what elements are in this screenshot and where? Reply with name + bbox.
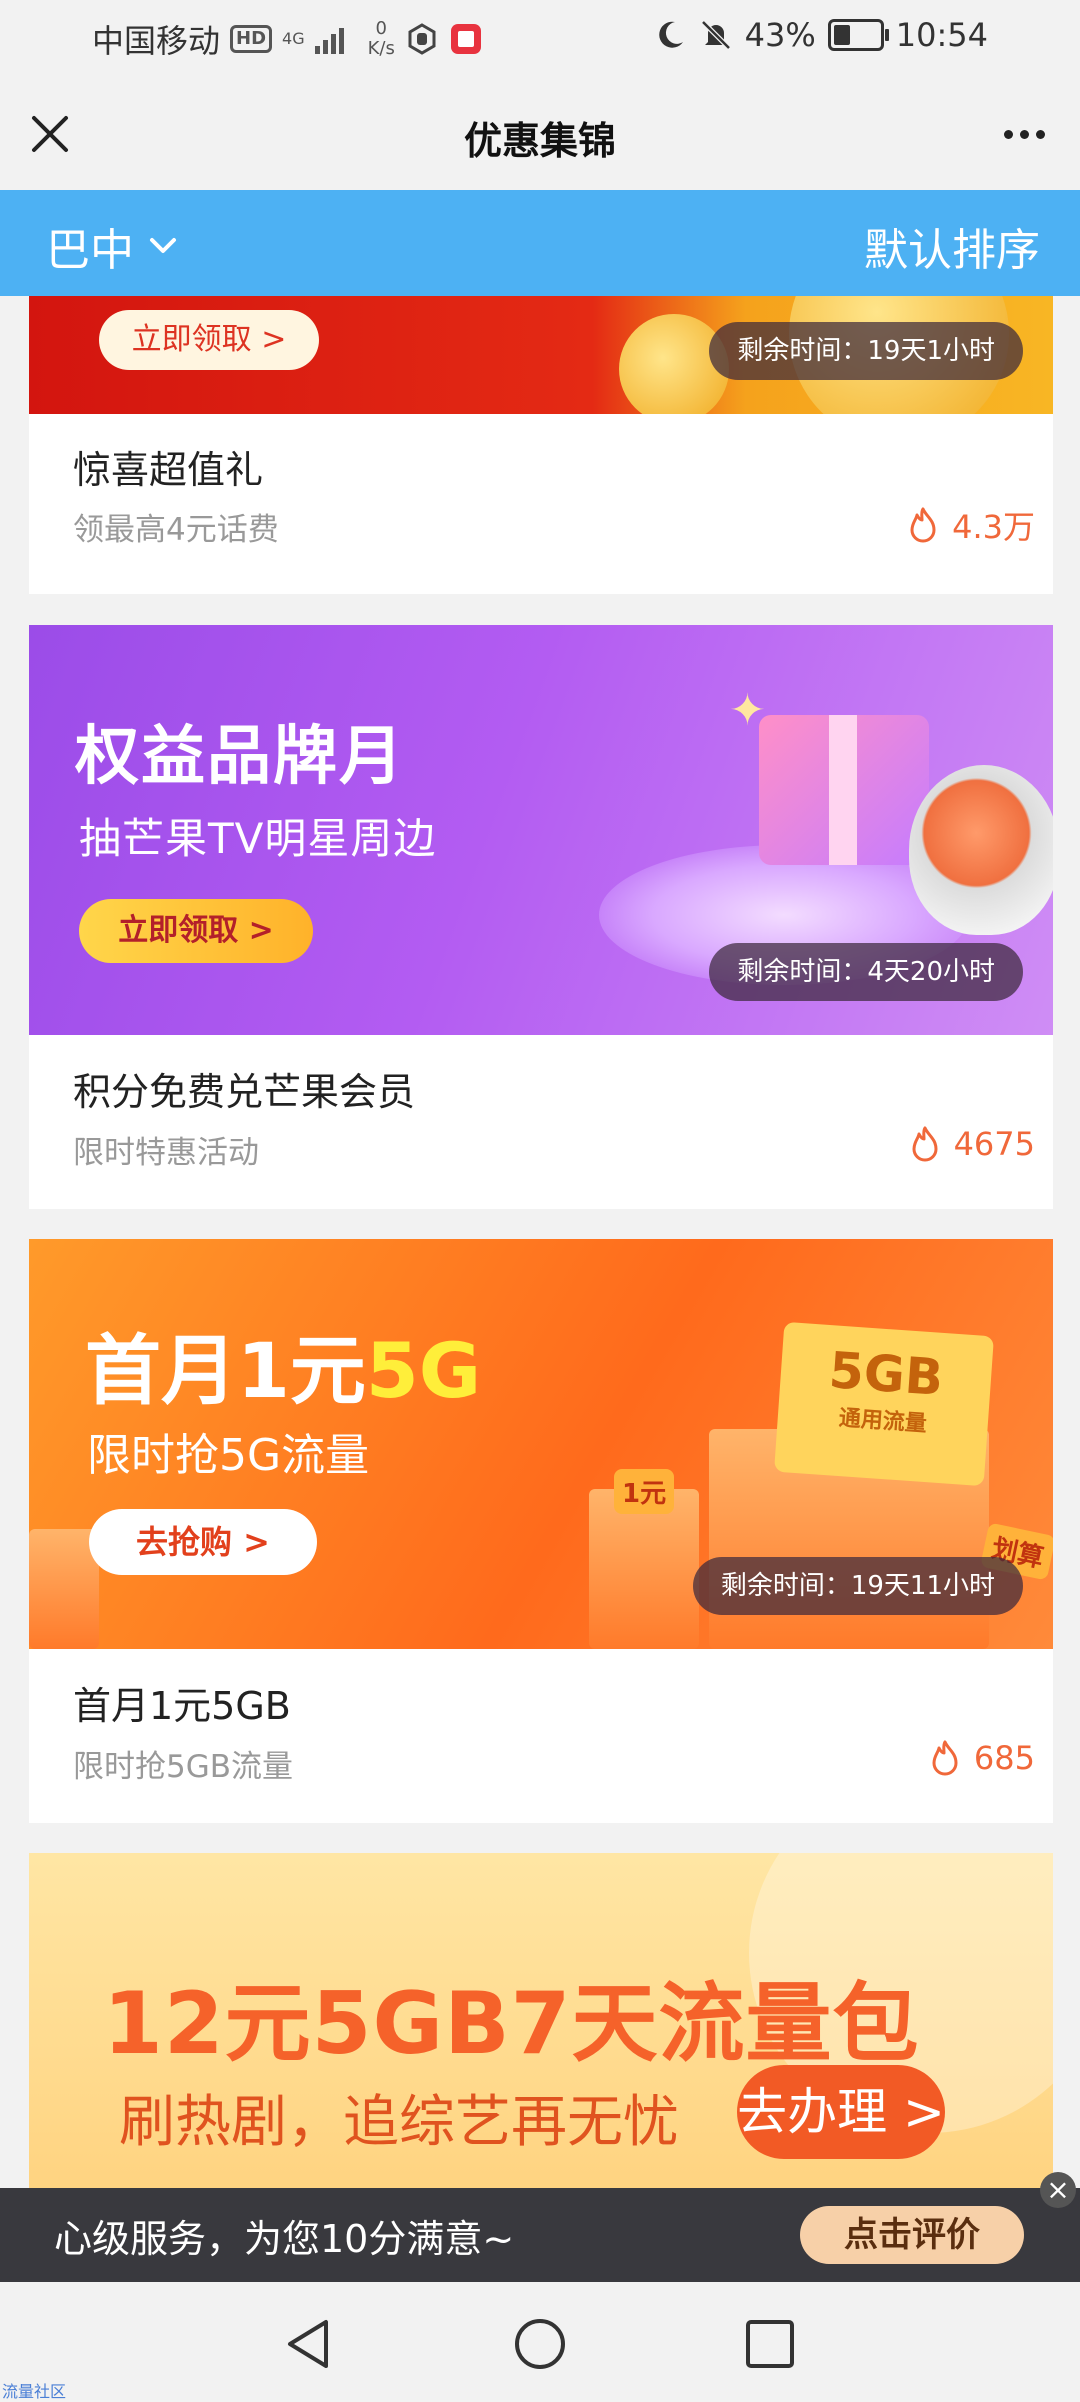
sort-selector[interactable]: 默认排序 <box>864 214 1040 278</box>
speed-value: 0 <box>375 18 387 39</box>
hot-count-value: 685 <box>973 1739 1035 1777</box>
offer-card[interactable]: 5GB 通用流量 1元 划算 首月1元5G 限时抢5G流量 去抢购 > 剩余时间… <box>29 1239 1053 1823</box>
clock: 10:54 <box>895 16 988 54</box>
banner-claim-button[interactable]: 立即领取 > <box>99 310 319 370</box>
hand-icon <box>408 23 436 55</box>
rating-bar: 心级服务，为您10分满意~ 点击评价 × <box>0 2172 1080 2282</box>
carrier-name: 中国移动 <box>92 22 221 60</box>
status-bar: 中国移动 HD 4G 0 K/s 43% 10:54 <box>0 0 1080 80</box>
back-icon[interactable] <box>282 2316 338 2372</box>
headline-part-a: 首月1元 <box>85 1326 366 1415</box>
headline-part-b: 5G <box>365 1326 482 1415</box>
battery-percent: 43% <box>744 16 816 54</box>
offer-banner[interactable]: 12元5GB7天流量包 刷热剧，追综艺再无忧 去办理 > <box>29 1853 1053 2188</box>
network-type: 4G <box>282 29 305 48</box>
hd-badge: HD <box>230 25 273 53</box>
hot-count: 685 <box>928 1739 1035 1777</box>
hot-count: 4.3万 <box>906 502 1035 548</box>
offer-card[interactable]: ✦ 权益品牌月 抽芒果TV明星周边 立即领取 > 剩余时间：4天20小时 积分免… <box>29 625 1053 1209</box>
offer-list: 立即领取 > 剩余时间：19天1小时 惊喜超值礼 领最高4元话费 4.3万 ✦ … <box>0 296 1080 2188</box>
recents-icon[interactable] <box>742 2316 798 2372</box>
rate-button[interactable]: 点击评价 <box>800 2206 1024 2264</box>
banner-apply-button[interactable]: 去办理 > <box>737 2065 945 2159</box>
mascot-decoration <box>909 765 1053 935</box>
banner-subline: 刷热剧，追综艺再无忧 <box>119 2090 679 2155</box>
offer-card[interactable]: 12元5GB7天流量包 刷热剧，追综艺再无忧 去办理 > <box>29 1853 1053 2188</box>
offer-card[interactable]: 立即领取 > 剩余时间：19天1小时 惊喜超值礼 领最高4元话费 4.3万 <box>29 296 1053 594</box>
banner-headline: 首月1元5G <box>85 1309 481 1419</box>
offer-banner[interactable]: 立即领取 > 剩余时间：19天1小时 <box>29 296 1053 414</box>
banner-buy-button[interactable]: 去抢购 > <box>89 1509 317 1575</box>
banner-headline: 权益品牌月 <box>75 720 405 794</box>
chevron-down-icon <box>150 238 176 253</box>
status-bar-right: 43% 10:54 <box>653 16 988 54</box>
network-speed: 0 K/s <box>368 19 395 59</box>
sparkle-icon: ✦ <box>729 685 766 736</box>
flame-icon <box>912 1126 938 1162</box>
speed-unit: K/s <box>367 38 395 59</box>
signal-icon <box>314 24 344 54</box>
offer-banner[interactable]: 5GB 通用流量 1元 划算 首月1元5G 限时抢5G流量 去抢购 > 剩余时间… <box>29 1239 1053 1649</box>
hot-count-value: 4675 <box>953 1125 1035 1163</box>
hot-count-value: 4.3万 <box>952 508 1035 546</box>
more-icon[interactable] <box>994 110 1054 158</box>
banner-subline: 限时抢5G流量 <box>87 1430 370 1481</box>
filter-bar: 巴中 默认排序 <box>0 190 1080 296</box>
banner-subline: 抽芒果TV明星周边 <box>79 814 437 863</box>
banner-headline: 12元5GB7天流量包 <box>103 1974 920 2074</box>
page-title: 优惠集锦 <box>463 119 616 163</box>
status-bar-left: 中国移动 HD 4G 0 K/s <box>92 16 483 62</box>
region-label: 巴中 <box>46 225 134 276</box>
offer-title: 惊喜超值礼 <box>73 448 264 492</box>
offer-banner[interactable]: ✦ 权益品牌月 抽芒果TV明星周边 立即领取 > 剩余时间：4天20小时 <box>29 625 1053 1035</box>
remaining-time: 剩余时间：4天20小时 <box>709 943 1023 1001</box>
offer-title: 首月1元5GB <box>73 1684 291 1728</box>
gift-box-decoration <box>759 715 929 865</box>
offer-subtitle: 限时抢5GB流量 <box>73 1749 294 1785</box>
offer-subtitle: 领最高4元话费 <box>73 512 279 548</box>
data-card-decoration: 5GB 通用流量 <box>774 1321 994 1487</box>
system-nav-bar <box>0 2282 1080 2400</box>
app-notification-icon <box>450 24 481 54</box>
close-icon[interactable]: × <box>1040 2172 1076 2208</box>
battery-icon <box>827 19 889 51</box>
remaining-time: 剩余时间：19天11小时 <box>692 1557 1023 1615</box>
banner-claim-button[interactable]: 立即领取 > <box>79 899 313 963</box>
hot-count: 4675 <box>908 1125 1035 1163</box>
flame-icon <box>910 507 936 543</box>
rating-text: 心级服务，为您10分满意~ <box>54 2217 515 2261</box>
region-selector[interactable]: 巴中 <box>46 214 178 278</box>
offer-subtitle: 限时特惠活动 <box>73 1135 259 1171</box>
offer-title: 积分免费兑芒果会员 <box>73 1070 416 1114</box>
watermark: 流量社区 <box>2 2382 67 2401</box>
moon-icon <box>658 21 683 48</box>
home-icon[interactable] <box>512 2316 568 2372</box>
title-bar: 优惠集锦 <box>0 80 1080 190</box>
flame-icon <box>932 1740 958 1776</box>
price-tag: 1元 <box>614 1469 675 1514</box>
remaining-time: 剩余时间：19天1小时 <box>709 322 1023 380</box>
bell-muted-icon <box>700 20 731 50</box>
